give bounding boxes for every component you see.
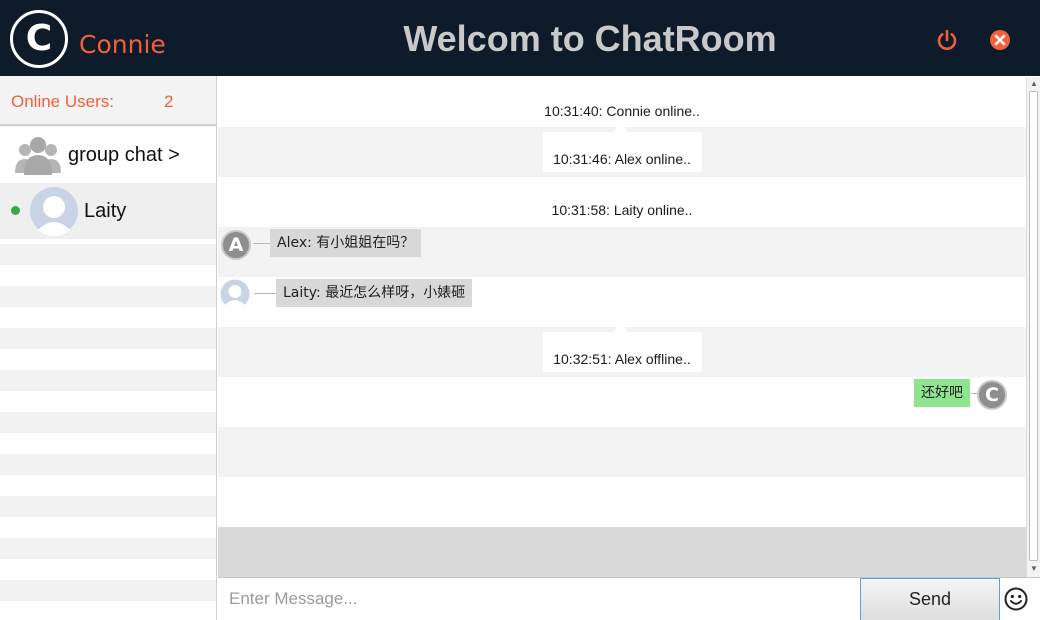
contact-group-chat[interactable]: group chat > xyxy=(0,127,216,183)
user-logo: C xyxy=(10,10,68,68)
online-users-label: Online Users: xyxy=(11,92,114,111)
system-message: 10:31:58: Laity online.. xyxy=(551,202,693,218)
scroll-down-arrow[interactable]: ▼ xyxy=(1027,563,1040,575)
connie-avatar: C xyxy=(977,380,1007,410)
online-users-panel: Online Users: 2 group chat > Laity xyxy=(0,76,217,620)
scroll-up-arrow[interactable]: ▲ xyxy=(1027,78,1040,90)
chat-scrollbar[interactable]: ▲ ▼ xyxy=(1026,77,1040,577)
online-users-count: 2 xyxy=(164,92,174,111)
online-users-header: Online Users: 2 xyxy=(0,76,216,126)
smiley-icon[interactable] xyxy=(1003,586,1029,612)
avatar-icon xyxy=(30,187,78,236)
laity-label: Laity xyxy=(84,200,127,222)
message-input[interactable] xyxy=(218,578,858,620)
system-message: 10:31:46: Alex online.. xyxy=(553,151,691,167)
message-input-bar: Send xyxy=(218,577,1040,620)
app-title: Welcom to ChatRoom xyxy=(403,18,777,59)
system-message: 10:31:40: Connie online.. xyxy=(544,103,700,119)
message-bubble-own: 还好吧 xyxy=(914,379,970,407)
scroll-thumb[interactable] xyxy=(1029,91,1038,561)
online-status-dot xyxy=(11,206,20,215)
send-button[interactable]: Send xyxy=(860,578,1000,620)
system-message: 10:32:51: Alex offline.. xyxy=(553,351,691,367)
group-icon xyxy=(15,137,61,175)
alex-avatar: A xyxy=(221,230,251,260)
close-icon[interactable] xyxy=(987,27,1013,53)
chat-messages-area[interactable]: 10:31:40: Connie online.. 10:31:46: Alex… xyxy=(218,77,1026,577)
power-icon[interactable] xyxy=(934,27,960,53)
laity-avatar-icon xyxy=(220,279,250,309)
current-user-name: Connie xyxy=(79,30,166,59)
title-bar: C Connie Welcom to ChatRoom xyxy=(0,0,1040,76)
group-chat-label: group chat > xyxy=(68,144,180,166)
message-bubble: Alex: 有小姐姐在吗？ xyxy=(270,229,422,257)
contact-laity[interactable]: Laity xyxy=(0,183,216,239)
message-bubble: Laity: 最近怎么样呀，小婊砸 xyxy=(276,279,473,307)
